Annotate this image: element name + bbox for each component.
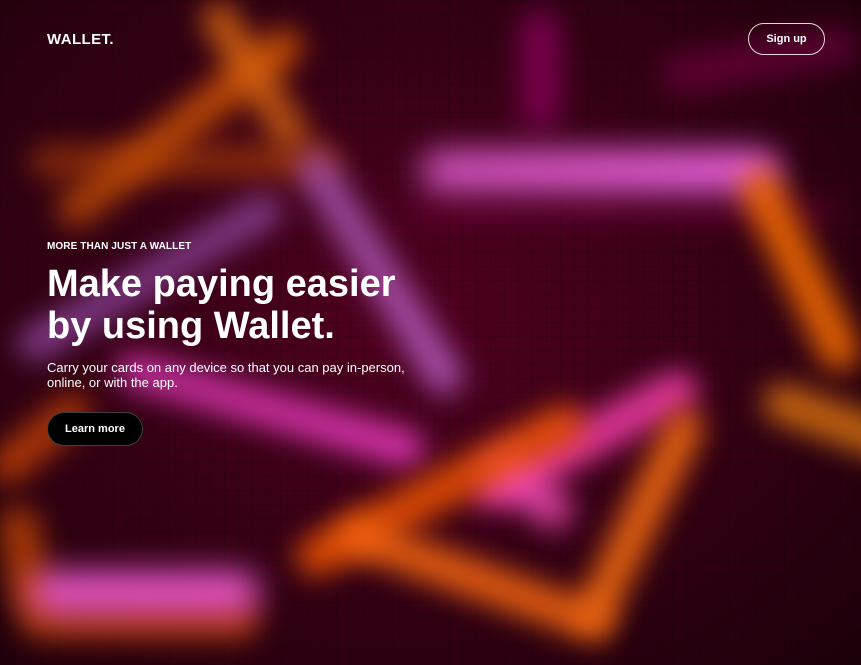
site-header: WALLET. Sign up [0, 0, 861, 80]
hero-eyebrow: MORE THAN JUST A WALLET [47, 241, 192, 252]
hero-headline: Make paying easier by using Wallet. [47, 263, 396, 347]
learn-more-button[interactable]: Learn more [47, 412, 143, 446]
hero-section: MORE THAN JUST A WALLET Make paying easi… [47, 241, 467, 446]
landing-page: WALLET. Sign up MORE THAN JUST A WALLET … [0, 0, 861, 665]
brand-logo[interactable]: WALLET. [47, 31, 114, 48]
sign-up-button[interactable]: Sign up [748, 23, 825, 55]
hero-description: Carry your cards on any device so that y… [47, 360, 405, 390]
